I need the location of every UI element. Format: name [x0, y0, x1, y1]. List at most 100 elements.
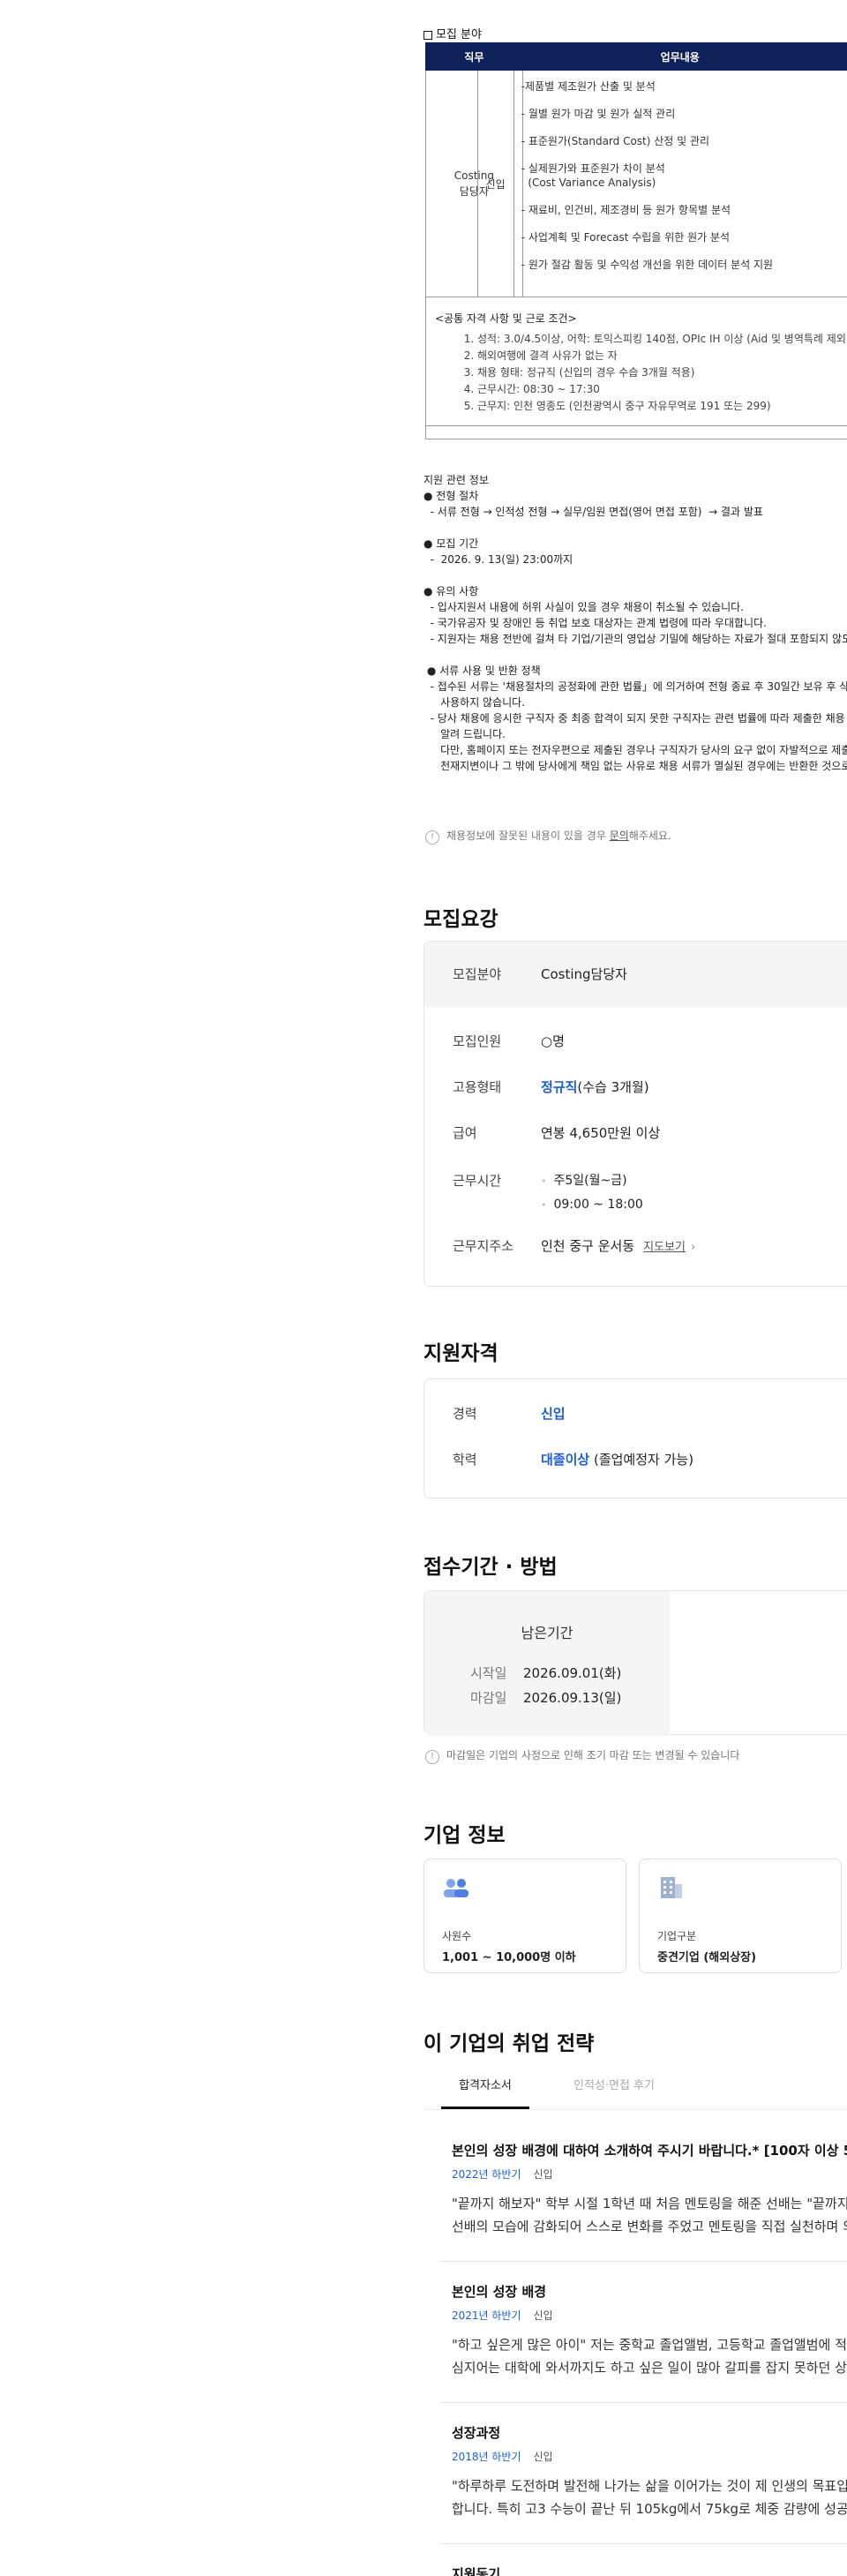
- education-row: 학력 대졸이상 (졸업예정자 가능): [453, 1450, 693, 1468]
- count-value: ○명: [541, 1033, 565, 1049]
- essay-question: 본인의 성장 배경에 대하여 소개하여 주시기 바랍니다.* [100자 이상 …: [452, 2143, 847, 2159]
- essay-semester: 2018년 하반기: [452, 2451, 521, 2463]
- duty-list: -제품별 제조원가 산출 및 분석 - 월별 원가 마감 및 원가 실적 관리 - …: [514, 71, 773, 297]
- note-heading: ● 서류 사용 및 반환 정책: [424, 665, 541, 677]
- essay-line-1: "하루하루 도전하며 발전해 나가는 삶을 이어가는 것이 제 인생의 목표입: [452, 2478, 847, 2494]
- essay-level: 신입: [533, 2309, 553, 2322]
- note-line: - 국가유공자 및 장애인 등 취업 보호 대상자는 관계 법령에 따라 우대합…: [424, 617, 767, 629]
- salary-value: 연봉 4,650만원 이상: [541, 1125, 661, 1141]
- field-value: Costing담당자: [541, 966, 627, 982]
- note-line: 알려 드립니다.: [424, 728, 506, 740]
- strategy-title: 이 기업의 취업 전략: [424, 2032, 595, 2055]
- essay-question: 본인의 성장 배경: [452, 2284, 547, 2300]
- apply-period-title: 접수기간 · 방법: [424, 1556, 558, 1579]
- duty-item: - 월별 원가 마감 및 원가 실적 관리: [521, 108, 676, 120]
- start-date-row: 시작일 2026.09.01(화): [470, 1664, 621, 1682]
- common-condition-item: 근무시간: 08:30 ~ 17:30: [477, 381, 847, 398]
- common-conditions: <공통 자격 사항 및 근로 조건> 성적: 3.0/4.5이상, 어학: 토익…: [425, 293, 847, 439]
- table-cell-level: 신입: [476, 71, 514, 297]
- note-line: - 당사 채용에 응시한 구직자 중 최종 합격이 되지 못한 구직자는 관련 …: [424, 712, 847, 725]
- duty-item: - 재료비, 인건비, 제조경비 등 원가 항목별 분석: [521, 204, 731, 216]
- square-bullet-icon: [424, 30, 432, 40]
- start-date-label: 시작일: [470, 1665, 507, 1681]
- employee-count-card: 사원수 1,001 ~ 10,000명 이하: [424, 1859, 626, 1973]
- essay-semester: 2021년 하반기: [452, 2309, 521, 2322]
- qualification-panel: 경력 신입 학력 대졸이상 (졸업예정자 가능): [424, 1378, 847, 1498]
- address-row: 근무지주소 인천 중구 운서동 지도보기 ›: [453, 1236, 695, 1255]
- table-cell-duties: 신입 -제품별 제조원가 산출 및 분석 - 월별 원가 마감 및 원가 실적 관…: [476, 70, 847, 297]
- recruit-field-heading: 모집 분야: [424, 25, 482, 41]
- duty-item: - 사업계획 및 Forecast 수립을 위한 원가 분석: [521, 231, 731, 244]
- count-label: 모집인원: [453, 1033, 502, 1049]
- note-line: 천재지변이나 그 밖에 당사에게 책임 없는 사유로 채용 서류가 멸실된 경우…: [424, 760, 847, 772]
- note-heading: ● 모집 기간: [424, 537, 479, 550]
- job-posting-content: 모집 분야 직무 업무내용 Costing 담당자 신입 -제품별 제조원가 산…: [424, 0, 847, 2576]
- salary-row: 급여 연봉 4,650만원 이상: [453, 1123, 660, 1142]
- employee-count-value: 1,001 ~ 10,000명 이하: [442, 1951, 576, 1964]
- end-date-row: 마감일 2026.09.13(일): [470, 1688, 621, 1707]
- list-item[interactable]: 본인의 성장 배경 2021년 하반기 신입 "하고 싶은게 많은 아이" 저는 …: [452, 2282, 847, 2379]
- hours-label: 근무시간: [453, 1173, 502, 1189]
- table-header-duty: 업무내용: [521, 42, 838, 71]
- info-icon: !: [425, 1750, 439, 1764]
- common-condition-item: 채용 형태: 정규직 (신입의 경우 수습 3개월 적용): [477, 364, 847, 381]
- note-line: - 서류 전형 → 인적성 전형 → 실무/임원 면접(영어 면접 포함) → …: [424, 506, 763, 518]
- end-date-label: 마감일: [470, 1690, 507, 1706]
- strategy-tabs: 합격자소서 인적성·면접 후기: [441, 2065, 847, 2109]
- career-row: 경력 신입: [453, 1404, 566, 1423]
- requirements-title: 모집요강: [424, 908, 498, 931]
- note-line: 다만, 홈페이지 또는 전자우편으로 제출된 경우나 구직자가 당사의 요구 없…: [424, 744, 847, 756]
- education-value: 대졸이상: [541, 1452, 590, 1468]
- end-date-value: 2026.09.13(일): [523, 1690, 622, 1706]
- essay-line-1: "끝까지 해보자" 학부 시절 1학년 때 처음 멘토링을 해준 선배는 "끝까…: [452, 2196, 847, 2212]
- address-label: 근무지주소: [453, 1238, 514, 1254]
- company-type-value: 중견기업 (해외상장): [657, 1951, 757, 1964]
- essay-line-1: "하고 싶은게 많은 아이" 저는 중학교 졸업앨범, 고등학교 졸업앨범에 적…: [452, 2337, 847, 2353]
- list-item[interactable]: 성장과정 2018년 하반기 신입 "하루하루 도전하며 발전해 나가는 삶을 이…: [452, 2423, 847, 2520]
- apply-period-panel: 남은기간 시작일 2026.09.01(화) 마감일 2026.09.13(일): [424, 1590, 847, 1736]
- note-line: 사용하지 않습니다.: [424, 696, 526, 709]
- essay-line-2: 선배의 모습에 감화되어 스스로 변화를 주었고 멘토링을 직접 실천하며 의: [452, 2219, 847, 2234]
- table-header-extra: [836, 42, 847, 71]
- tab-cover-letters[interactable]: 합격자소서: [441, 2076, 529, 2109]
- common-condition-item: 성적: 3.0/4.5이상, 어학: 토익스피킹 140점, OPIc IH 이…: [477, 331, 847, 348]
- common-conditions-list: 성적: 3.0/4.5이상, 어학: 토익스피킹 140점, OPIc IH 이…: [435, 331, 847, 415]
- essay-level: 신입: [533, 2168, 553, 2181]
- chevron-right-icon: ›: [690, 1241, 696, 1254]
- essay-line-2: 심지어는 대학에 와서까지도 하고 싶은 일이 많아 갈피를 잡지 못하던 상: [452, 2360, 847, 2376]
- remaining-period-label: 남은기간: [521, 1625, 573, 1641]
- application-notes: 지원 관련 정보 ● 전형 절차 - 서류 전형 → 인적성 전형 → 실무/임원…: [424, 472, 847, 774]
- essay-separator: [441, 2402, 847, 2403]
- employee-count-label: 사원수: [442, 1930, 472, 1942]
- employment-type-row: 고용형태 정규직(수습 3개월): [453, 1078, 649, 1096]
- education-extra: (졸업예정자 가능): [593, 1452, 694, 1468]
- employment-type-label: 고용형태: [453, 1079, 502, 1095]
- address-value: 인천 중구 운서동: [541, 1238, 635, 1254]
- tab-interview-reviews[interactable]: 인적성·면접 후기: [573, 2076, 655, 2092]
- map-view-link[interactable]: 지도보기: [643, 1241, 686, 1254]
- duty-item: -제품별 제조원가 산출 및 분석: [521, 80, 656, 93]
- education-label: 학력: [453, 1452, 477, 1468]
- inquiry-link[interactable]: 문의: [610, 830, 629, 842]
- requirements-panel: 모집분야 Costing담당자 모집인원 ○명 고용형태 정규직(수습 3개월) 급여…: [424, 941, 847, 1287]
- company-type-card: 기업구분 중견기업 (해외상장): [639, 1859, 842, 1973]
- common-condition-item: 근무지: 인천 영종도 (인천광역시 중구 자유무역로 191 또는 299): [477, 398, 847, 415]
- common-conditions-title: <공통 자격 사항 및 근로 조건>: [435, 312, 577, 325]
- start-date-value: 2026.09.01(화): [523, 1665, 622, 1681]
- company-type-label: 기업구분: [657, 1930, 697, 1942]
- company-info-cards: 사원수 1,001 ~ 10,000명 이하 기업구분 중견기업 (해외상장): [424, 1859, 847, 1973]
- salary-label: 급여: [453, 1125, 477, 1141]
- list-item[interactable]: 본인의 성장 배경에 대하여 소개하여 주시기 바랍니다.* [100자 이상 …: [452, 2141, 847, 2238]
- field-row: 모집분야 Costing담당자: [453, 965, 627, 983]
- employment-type-extra: (수습 3개월): [577, 1079, 649, 1095]
- deadline-notice: ! 마감일은 기업의 사정으로 인해 조기 마감 또는 변경될 수 있습니다: [424, 1747, 739, 1764]
- people-icon: [444, 1879, 468, 1897]
- note-heading: ● 유의 사항: [424, 585, 479, 597]
- report-error-notice: ! 채용정보에 잘못된 내용이 있을 경우 문의해주세요.: [424, 828, 671, 845]
- essay-line-2: 합니다. 특히 고3 수능이 끝난 뒤 105kg에서 75kg로 체중 감량에…: [452, 2501, 847, 2517]
- list-item[interactable]: 지원동기: [452, 2565, 847, 2576]
- deadline-notice-text: 마감일은 기업의 사정으로 인해 조기 마감 또는 변경될 수 있습니다: [446, 1749, 740, 1761]
- remaining-period-box: 남은기간 시작일 2026.09.01(화) 마감일 2026.09.13(일): [424, 1591, 670, 1736]
- tabs-divider: [424, 2109, 847, 2110]
- report-suffix: 해주세요.: [628, 830, 671, 842]
